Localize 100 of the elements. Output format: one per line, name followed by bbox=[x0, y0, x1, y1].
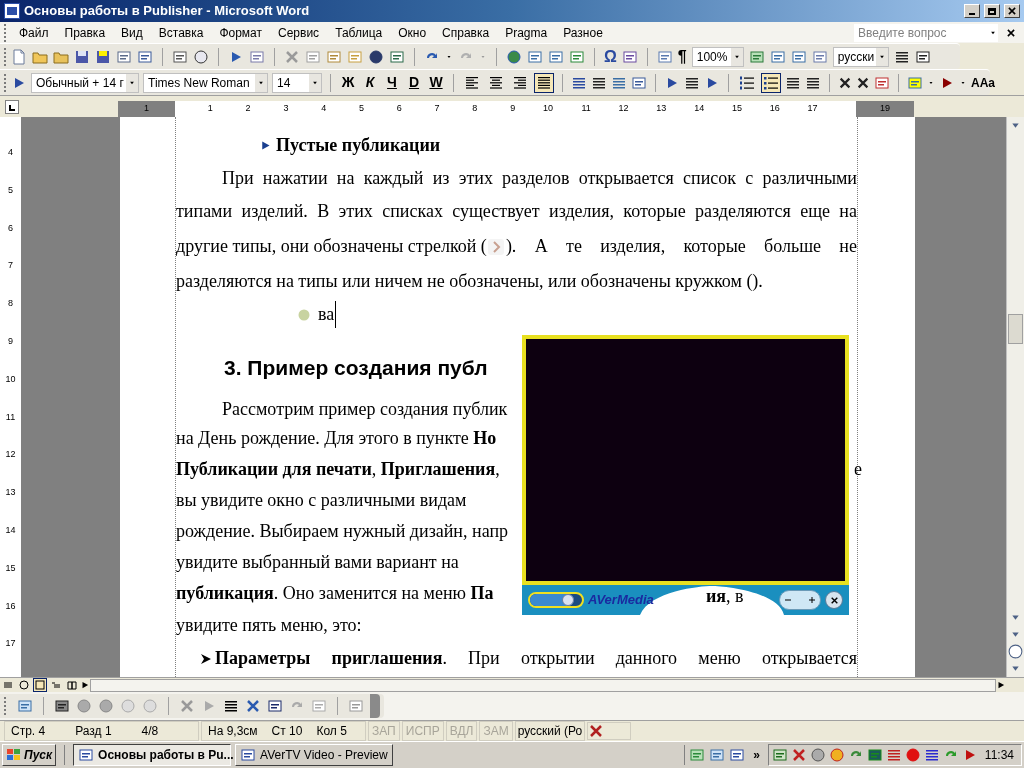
view-button[interactable] bbox=[33, 678, 47, 692]
ruler-number: 17 bbox=[5, 639, 16, 651]
ruler-number: 5 bbox=[357, 102, 364, 116]
ruler-number: 9 bbox=[509, 102, 516, 116]
text-line: на День рождение. Для этого в пункте Но bbox=[176, 427, 497, 450]
ruler-number: 4 bbox=[320, 102, 327, 116]
font-dropdown[interactable]: Times New Roman bbox=[143, 72, 268, 93]
text-fragment: е bbox=[854, 458, 862, 481]
language-dropdown[interactable]: русски bbox=[832, 46, 889, 67]
show-formatting-button[interactable]: ¶ bbox=[677, 48, 687, 65]
ruler-number: 13 bbox=[5, 488, 16, 500]
ruler-number: 8 bbox=[471, 102, 478, 116]
new-document-icon[interactable] bbox=[11, 48, 27, 65]
scroll-thumb[interactable] bbox=[1008, 314, 1023, 344]
ruler-number: 15 bbox=[5, 563, 16, 575]
arrow-bullet-icon bbox=[200, 652, 212, 665]
text-line: увидите выбранный вами вариант на bbox=[176, 551, 459, 574]
text-line: публикация. Оно заменится на меню Па bbox=[176, 582, 494, 605]
tab-selector[interactable] bbox=[5, 100, 19, 114]
taskbar-button[interactable]: AVerTV Video - Preview bbox=[235, 744, 394, 766]
ruler-number: 14 bbox=[693, 102, 705, 116]
text-line: Пустые публикации bbox=[276, 134, 441, 157]
text-line: рождение. Выбираем нужный дизайн, напр bbox=[176, 520, 508, 543]
menu-item[interactable]: Формат bbox=[211, 23, 271, 42]
text-line: другие типы, они обозначены стрелкой ( bbox=[176, 235, 487, 258]
scroll-right-icon[interactable] bbox=[996, 680, 1006, 690]
close-icon[interactable] bbox=[1006, 27, 1016, 38]
ruler-number: 10 bbox=[5, 374, 16, 386]
ruler-number: 2 bbox=[244, 102, 251, 116]
taskbar-button[interactable]: Основы работы в Pu... bbox=[73, 744, 232, 766]
help-search-field[interactable]: Введите вопрос bbox=[854, 23, 998, 42]
ruler-number: 16 bbox=[768, 102, 780, 116]
record-icon[interactable] bbox=[904, 747, 921, 763]
horizontal-scrollbar[interactable] bbox=[90, 678, 996, 692]
style-dropdown[interactable]: Обычный + 14 г bbox=[31, 72, 139, 93]
brand-logo: AVerMedia bbox=[588, 591, 654, 609]
ruler-number: 17 bbox=[806, 102, 818, 116]
change-case-button[interactable]: AAa bbox=[971, 73, 995, 92]
menu-item[interactable]: Вид bbox=[113, 23, 151, 42]
save-icon[interactable] bbox=[74, 48, 90, 65]
text-line: Публикации для печати, Приглашения, bbox=[176, 458, 500, 481]
vertical-scrollbar[interactable] bbox=[1006, 117, 1024, 677]
triangle-bullet-icon[interactable] bbox=[259, 139, 272, 152]
alignment-button[interactable] bbox=[534, 72, 554, 93]
text-line: вы увидите окно с различными видам bbox=[176, 489, 467, 512]
scroll-left-icon[interactable] bbox=[80, 680, 90, 690]
menu-item[interactable]: Файл bbox=[11, 23, 57, 42]
font-size-dropdown[interactable]: 14 bbox=[272, 72, 322, 93]
menu-item[interactable]: Разное bbox=[555, 23, 611, 42]
text-fragment: ия, в bbox=[706, 585, 744, 608]
ruler-number: 6 bbox=[395, 102, 402, 116]
format-button[interactable]: К bbox=[361, 72, 379, 93]
menu-item[interactable]: Правка bbox=[56, 23, 114, 42]
browse-object-icon[interactable] bbox=[1007, 643, 1024, 660]
text-line: Рассмотрим пример создания публик bbox=[222, 397, 508, 421]
language-indicator: русский (Ро bbox=[514, 721, 586, 741]
menu-item[interactable]: Таблица bbox=[327, 23, 391, 42]
ruler-number: 7 bbox=[8, 261, 13, 273]
text-line: При нажатии на каждый из этих разделов открывается список с различными bbox=[222, 167, 857, 190]
circle-bullet-icon bbox=[298, 308, 310, 321]
menu-item[interactable]: Окно bbox=[390, 23, 435, 42]
plus-icon bbox=[809, 597, 815, 603]
menu-item[interactable]: Справка bbox=[434, 23, 498, 42]
symbol-button[interactable]: Ω bbox=[604, 48, 617, 65]
format-button[interactable]: Ч bbox=[383, 72, 401, 93]
navigation-pad[interactable] bbox=[779, 590, 821, 610]
minimize-button[interactable] bbox=[964, 4, 980, 18]
start-button[interactable]: Пуск bbox=[2, 744, 57, 766]
close-icon[interactable] bbox=[829, 595, 839, 605]
ruler-number: 4 bbox=[8, 148, 13, 159]
view-icon bbox=[67, 680, 77, 690]
ruler-number: 3 bbox=[282, 102, 289, 116]
menu-item[interactable]: Pragma bbox=[497, 23, 556, 42]
expand-tray-button[interactable]: » bbox=[749, 746, 764, 764]
ruler-number: 7 bbox=[433, 102, 440, 116]
restore-button[interactable] bbox=[984, 4, 1000, 18]
ruler-number: 15 bbox=[730, 102, 742, 116]
menu-item[interactable]: Сервис bbox=[270, 23, 328, 42]
ruler-number: 12 bbox=[617, 102, 629, 116]
windows-logo-icon bbox=[6, 748, 22, 762]
format-button[interactable]: D bbox=[405, 72, 423, 93]
window-title: Основы работы в Publisher - Microsoft Word bbox=[24, 2, 311, 21]
ruler-number: 11 bbox=[580, 102, 591, 116]
ruler-number: 1 bbox=[144, 102, 149, 116]
word-logo-icon bbox=[4, 3, 20, 19]
zoom-dropdown[interactable]: 100% bbox=[691, 46, 744, 67]
text-line: разделяются на типы или ничем не обозначены, или обозначены кружком (). bbox=[176, 270, 763, 293]
format-button[interactable]: Ж bbox=[339, 72, 357, 93]
view-button[interactable] bbox=[17, 678, 31, 692]
ruler-number: 16 bbox=[5, 601, 16, 613]
list-button[interactable] bbox=[761, 72, 781, 93]
menu-item[interactable]: Вставка bbox=[150, 23, 212, 42]
ruler-number: 13 bbox=[655, 102, 667, 116]
text-line: ва bbox=[318, 301, 337, 328]
save-icon[interactable] bbox=[95, 48, 111, 65]
section-heading: 3. Пример создания публ bbox=[224, 355, 488, 382]
text-line: типами изделий. В этих списках существует изделия, которые разделяются еще на bbox=[176, 200, 857, 223]
format-button[interactable]: W bbox=[427, 72, 445, 93]
view-icon bbox=[51, 680, 61, 690]
view-button[interactable] bbox=[65, 678, 79, 692]
